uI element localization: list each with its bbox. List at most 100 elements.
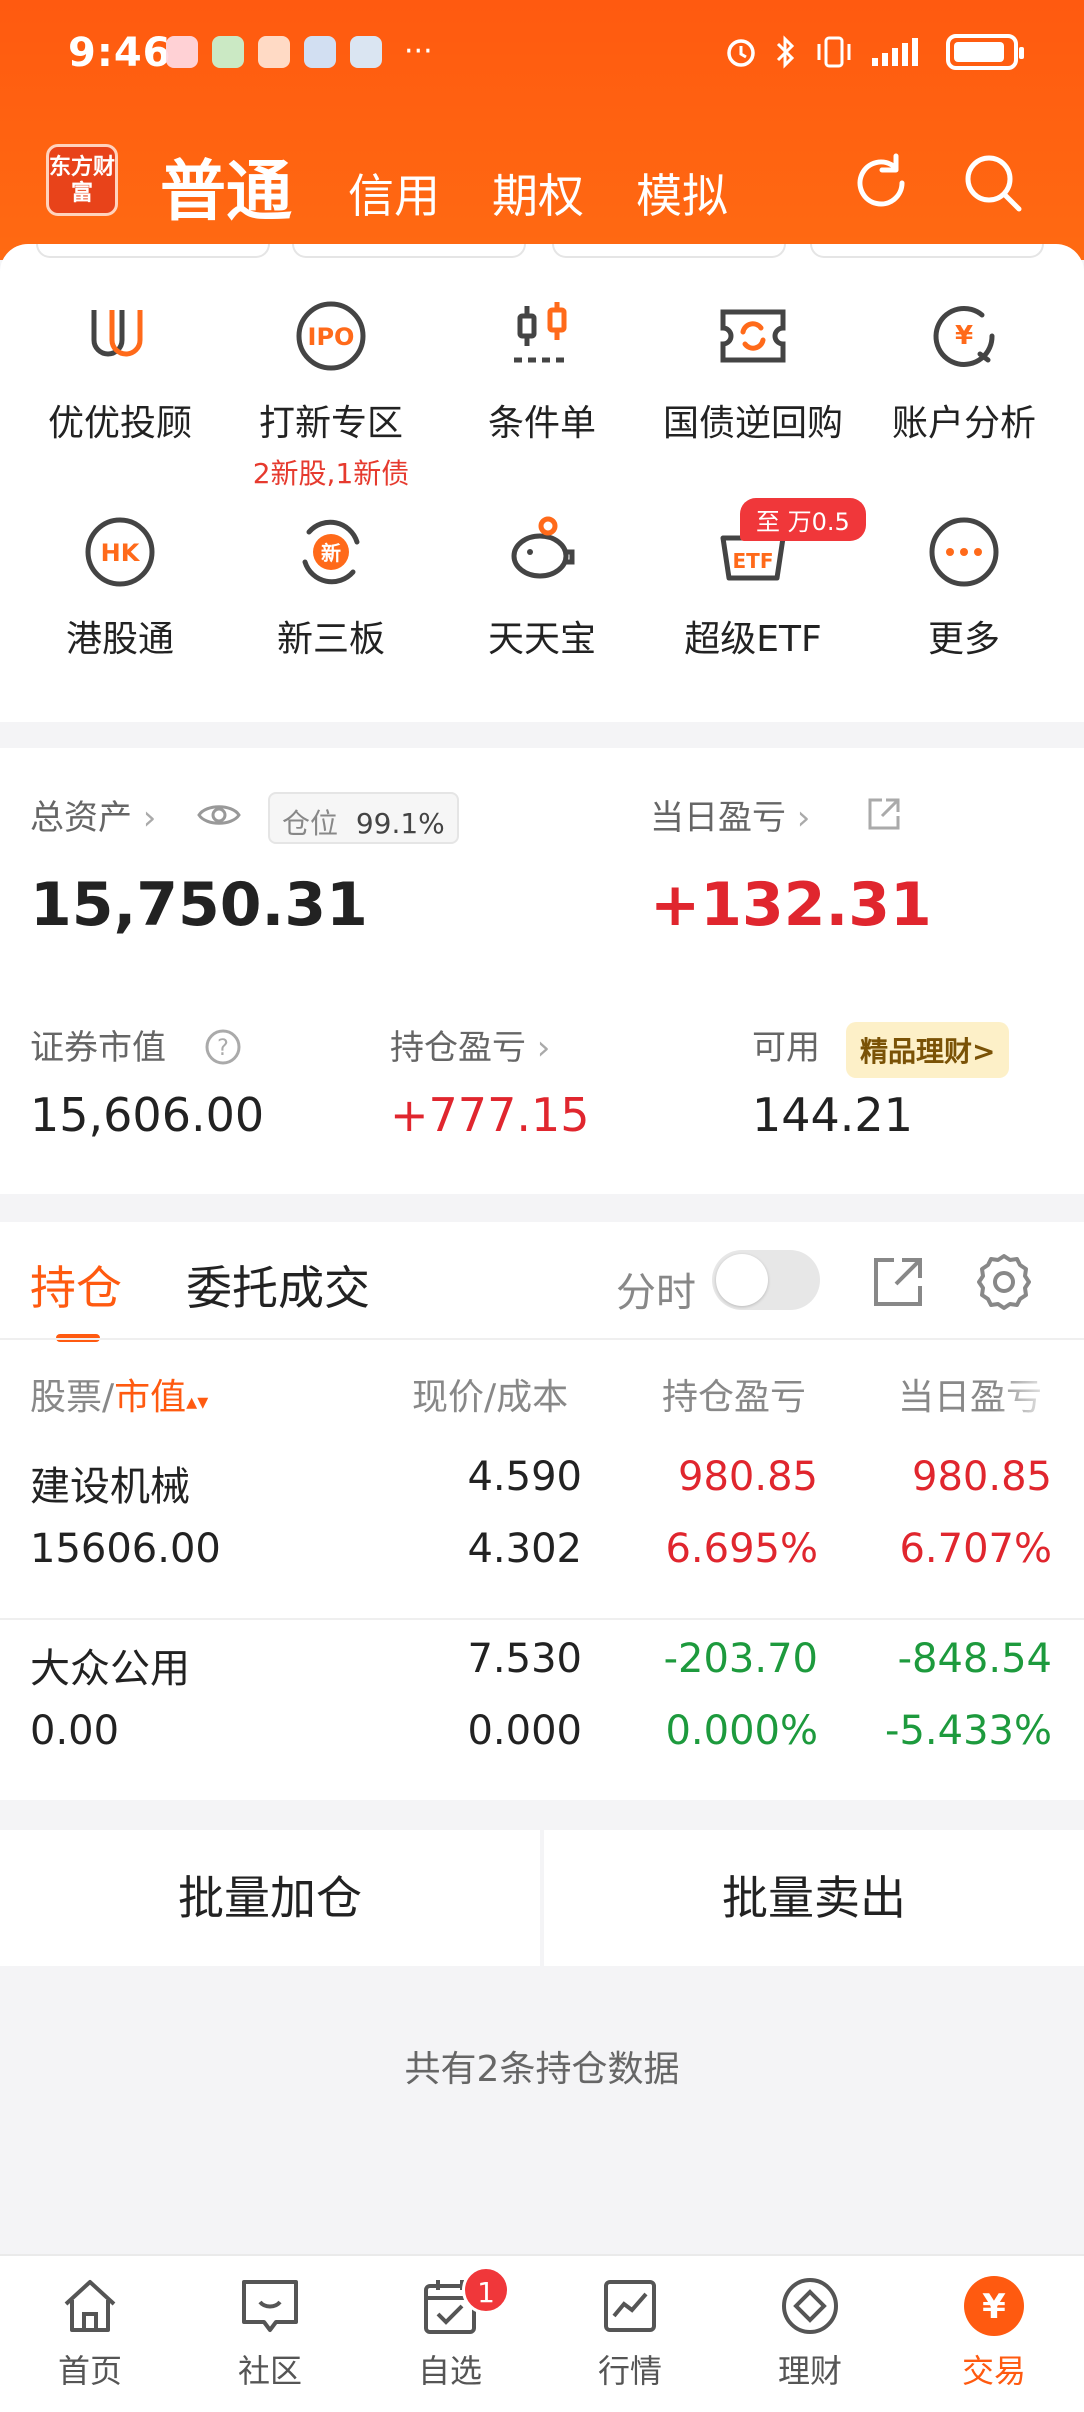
app-logo: 东方财富 [46, 144, 118, 216]
nav-home[interactable]: 首页 [20, 2274, 160, 2392]
grid-item-tiantianbao[interactable]: 天天宝 [434, 512, 650, 662]
settings-gear-icon[interactable] [974, 1252, 1034, 1312]
trade-icon: ¥ [964, 2276, 1024, 2336]
community-icon [242, 2280, 298, 2332]
holding-pl-cell: 980.85 [678, 1454, 818, 1500]
grid-item-hk-connect[interactable]: HK 港股通 [12, 512, 228, 662]
tab-credit[interactable]: 信用 [348, 160, 440, 226]
grid-item-reverse-repo[interactable]: 国债逆回购 [645, 296, 861, 446]
banner-tab[interactable] [552, 244, 786, 258]
hk-icon: HK [85, 517, 155, 587]
battery-icon [946, 34, 1024, 70]
nav-market[interactable]: 行情 [560, 2274, 700, 2392]
cost-price: 4.302 [467, 1526, 582, 1572]
tab-positions[interactable]: 持仓 [30, 1252, 122, 1318]
grid-item-account-analysis[interactable]: ¥ 账户分析 [856, 296, 1072, 446]
grid-item-uu-advisor[interactable]: 优优投顾 [12, 296, 228, 446]
nav-trade[interactable]: ¥ 交易 [924, 2274, 1064, 2392]
home-icon [64, 2280, 116, 2332]
intraday-toggle[interactable] [712, 1250, 820, 1310]
toggle-knob [716, 1254, 768, 1306]
alarm-icon [727, 39, 755, 67]
share-icon[interactable] [866, 796, 902, 832]
account-analysis-icon: ¥ [933, 306, 995, 367]
eye-icon[interactable] [196, 800, 242, 830]
banner-tab[interactable] [810, 244, 1044, 258]
position-ratio-badge: 仓位 99.1% [268, 792, 459, 844]
vibrate-icon [817, 36, 851, 68]
market-value: 15,606.00 [30, 1088, 265, 1142]
daily-pl-value: +132.31 [650, 870, 932, 940]
market-value-cell: 0.00 [30, 1708, 120, 1754]
svg-text:HK: HK [101, 539, 141, 567]
tab-orders-trades[interactable]: 委托成交 [186, 1252, 370, 1318]
table-row[interactable]: 建设机械 15606.00 4.590 4.302 980.85 6.695% … [0, 1454, 1084, 1604]
chat-app-icon [304, 36, 336, 68]
refresh-icon[interactable] [846, 148, 916, 218]
external-link-icon[interactable] [870, 1254, 926, 1310]
current-price: 4.590 [467, 1454, 582, 1500]
holding-pl-value: +777.15 [390, 1088, 590, 1142]
sort-by-market-value[interactable]: 市值 [114, 1377, 186, 1418]
ipo-icon: IPO [296, 301, 366, 371]
nav-community[interactable]: 社区 [200, 2274, 340, 2392]
app-header: 9:46 ··· 东方财富 普通 信用 期权 模拟 [0, 0, 1084, 260]
tab-normal[interactable]: 普通 [160, 138, 292, 234]
signal-icon [872, 38, 918, 66]
bluetooth-icon [776, 35, 795, 69]
status-app-icons: ··· [166, 36, 433, 68]
grid-item-neeq[interactable]: 新 新三板 [223, 512, 439, 662]
holding-pl-cell: -203.70 [663, 1636, 818, 1682]
svg-text:¥: ¥ [982, 2287, 1006, 2327]
stock-name: 建设机械 [30, 1464, 190, 1510]
nav-watchlist[interactable]: 自选 1 [380, 2266, 520, 2392]
col-header-price-cost: 现价/成本 [412, 1377, 569, 1418]
svg-text:?: ? [217, 1036, 229, 1061]
piggy-bank-icon [511, 516, 575, 579]
grid-item-condition-order[interactable]: 条件单 [434, 296, 650, 446]
total-assets-label[interactable]: 总资产 › [30, 790, 156, 839]
daily-pl-cell: -848.54 [897, 1636, 1052, 1682]
banner-tab[interactable] [36, 244, 270, 258]
holding-pct-cell: 0.000% [665, 1708, 818, 1754]
divider [0, 1618, 1084, 1620]
notification-app-icon [166, 36, 198, 68]
batch-add-button[interactable]: 批量加仓 [0, 1830, 540, 1966]
search-icon[interactable] [958, 148, 1028, 218]
bottom-navigation: 首页 社区 自选 1 行情 理财 ¥ 交易 [0, 2254, 1084, 2412]
divider [0, 1338, 1084, 1340]
help-icon[interactable]: ? [204, 1028, 242, 1066]
sort-arrows-icon: ▴▾ [186, 1390, 209, 1415]
chevron-right-icon: › [526, 1028, 551, 1068]
daily-pl-label[interactable]: 当日盈亏 › [650, 790, 810, 839]
stock-name: 大众公用 [30, 1646, 190, 1692]
chevron-right-icon: › [132, 798, 157, 838]
available-value: 144.21 [752, 1088, 913, 1142]
wealth-product-badge[interactable]: 精品理财> [846, 1022, 1010, 1078]
nav-wealth[interactable]: 理财 [740, 2274, 880, 2392]
market-chart-icon [604, 2280, 656, 2332]
grid-item-ipo[interactable]: IPO 打新专区 2新股,1新债 [223, 296, 439, 492]
etf-promo-badge: 至 万0.5 [740, 498, 866, 541]
svg-text:¥: ¥ [955, 321, 973, 351]
holdings-panel: 持仓 委托成交 分时 股票/市值▴▾ 现价/成本 持仓盈亏 当日盈亏 建设机械 … [0, 1222, 1084, 1800]
condition-order-icon [514, 302, 570, 363]
account-type-nav: 东方财富 普通 信用 期权 模拟 [0, 130, 1084, 230]
daily-pct-cell: 6.707% [899, 1526, 1052, 1572]
tab-simulation[interactable]: 模拟 [636, 160, 728, 226]
wechat-icon [212, 36, 244, 68]
current-price: 7.530 [467, 1636, 582, 1682]
tab-options[interactable]: 期权 [492, 160, 584, 226]
table-row[interactable]: 大众公用 0.00 7.530 0.000 -203.70 0.000% -84… [0, 1636, 1084, 1786]
svg-text:ETF: ETF [733, 549, 774, 573]
intraday-label: 分时 [616, 1270, 696, 1316]
collapsed-banner-tabs [0, 244, 1084, 260]
holding-pl-label[interactable]: 持仓盈亏 › [390, 1020, 550, 1069]
col-header-stock: 股票/市值▴▾ [30, 1377, 209, 1418]
batch-sell-button[interactable]: 批量卖出 [544, 1830, 1084, 1966]
wealth-icon [782, 2278, 838, 2334]
grid-item-more[interactable]: 更多 [856, 512, 1072, 662]
banner-tab[interactable] [292, 244, 526, 258]
holdings-count-note: 共有2条持仓数据 [404, 2049, 680, 2090]
more-icon [929, 517, 999, 587]
